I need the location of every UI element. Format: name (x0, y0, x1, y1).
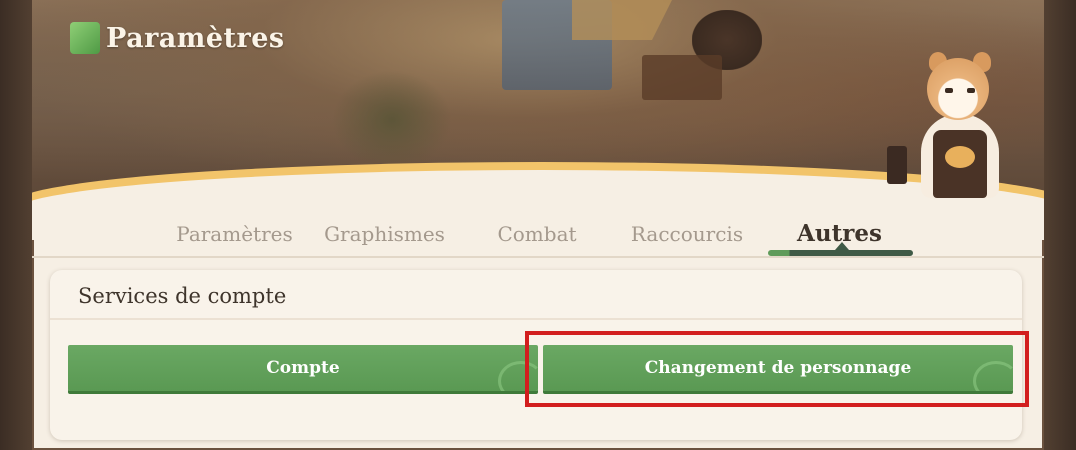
banner-cart (642, 55, 722, 100)
mascot-bread (945, 146, 975, 168)
tab-parametres[interactable]: Paramètres (172, 214, 297, 254)
mascot-hamster (887, 50, 1027, 200)
banner-roof (572, 0, 672, 40)
mascot-eye-right (967, 88, 975, 93)
tab-graphismes[interactable]: Graphismes (317, 214, 452, 254)
section-title: Services de compte (78, 284, 287, 308)
banner-bush (332, 70, 452, 170)
active-tab-underline (768, 250, 913, 256)
active-tab-caret (835, 242, 849, 250)
settings-leaf-icon (70, 22, 100, 54)
highlight-box (525, 331, 1029, 407)
mascot-head (927, 58, 989, 120)
tabs-divider (32, 256, 1044, 258)
tab-raccourcis[interactable]: Raccourcis (627, 214, 747, 254)
title-row: Paramètres (70, 22, 285, 54)
page-title: Paramètres (106, 22, 285, 54)
mascot-eye-left (945, 88, 953, 93)
account-button[interactable]: Compte (68, 345, 538, 391)
tab-bar: Paramètres Graphismes Combat Raccourcis … (32, 208, 1044, 258)
mascot-phone (887, 146, 907, 184)
tab-combat[interactable]: Combat (487, 214, 587, 254)
section-header: Services de compte (50, 270, 1022, 320)
account-button-label: Compte (266, 358, 340, 378)
